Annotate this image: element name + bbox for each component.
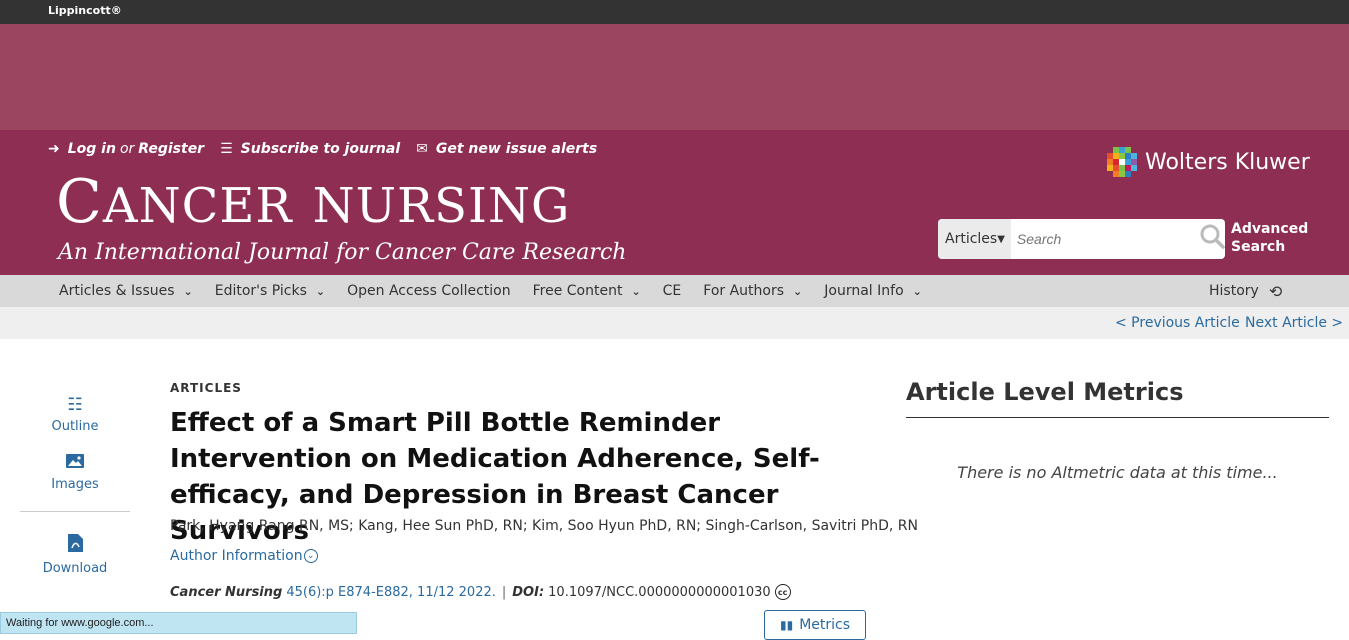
advanced-search-line1: Advanced	[1231, 221, 1309, 237]
menu-icon: ☰	[220, 141, 233, 157]
altmetric-message: There is no Altmetric data at this time.…	[957, 463, 1278, 482]
author-information-toggle[interactable]: Author Information ⌄	[170, 548, 318, 564]
search-box: Articles ▼	[938, 219, 1225, 259]
register-link[interactable]: Register	[138, 141, 204, 157]
doi-value: 10.1097/NCC.0000000000001030	[548, 584, 771, 600]
alerts-link[interactable]: ✉ Get new issue alerts	[416, 141, 597, 157]
images-button[interactable]: Images	[20, 449, 130, 511]
nav-item-articles-issues[interactable]: Articles & Issues ⌄	[59, 283, 193, 299]
nav-item-label: For Authors	[703, 283, 785, 299]
chevron-circle-down-icon: ⌄	[303, 549, 318, 563]
nav-item-label: Articles & Issues	[59, 283, 175, 299]
chevron-down-icon: ⌄	[912, 284, 922, 298]
download-label: Download	[42, 561, 108, 576]
nav-item-label: Journal Info	[824, 283, 904, 299]
nav-item-label: Free Content	[532, 283, 623, 299]
journal-name: Cancer Nursing	[170, 584, 283, 600]
nav-item-free-content[interactable]: Free Content ⌄	[533, 283, 641, 299]
metrics-button[interactable]: ▮▮ Metrics	[764, 610, 866, 640]
nav-item-journal-info[interactable]: Journal Info ⌄	[824, 283, 922, 299]
article-pager: < Previous Article Next Article >	[0, 307, 1349, 339]
logo-word2-rest: URSING	[355, 178, 571, 234]
history-button[interactable]: History ⟲	[1209, 275, 1282, 307]
author-information-label: Author Information	[170, 548, 303, 564]
advanced-search-line2: Search	[1231, 239, 1286, 255]
search-input[interactable]	[1010, 219, 1199, 259]
citation-separator: |	[501, 584, 507, 600]
article-authors: Park, Hyang Rang RN, MS; Kang, Hee Sun P…	[170, 518, 918, 534]
next-article-link[interactable]: Next Article >	[1245, 315, 1343, 331]
journal-subtitle: An International Journal for Cancer Care…	[58, 240, 627, 265]
chevron-down-icon: ⌄	[631, 284, 641, 298]
search-scope-value: Articles	[945, 231, 998, 247]
article-category: ARTICLES	[170, 381, 242, 395]
download-button[interactable]: Download	[20, 512, 130, 576]
search-scope-select[interactable]: Articles ▼	[938, 219, 1011, 259]
subscribe-label: Subscribe to journal	[240, 141, 401, 157]
envelope-icon: ✉	[416, 141, 428, 157]
nav-item-editors-picks[interactable]: Editor's Picks ⌄	[215, 283, 325, 299]
publisher-name: Wolters Kluwer	[1145, 149, 1310, 175]
chevron-down-icon: ⌄	[315, 284, 326, 298]
chevron-down-icon: ⌄	[793, 284, 803, 298]
bar-chart-icon: ▮▮	[779, 618, 794, 632]
wolters-kluwer-logo[interactable]: Wolters Kluwer	[1107, 147, 1310, 177]
logo-word1-rest: ANCER	[102, 178, 293, 234]
previous-article-link[interactable]: < Previous Article	[1115, 315, 1240, 331]
alerts-label: Get new issue alerts	[435, 141, 598, 157]
search-icon	[1199, 223, 1225, 255]
journal-logo[interactable]: CANCER NURSING	[56, 170, 570, 238]
metrics-label: Metrics	[799, 617, 851, 633]
issue-link[interactable]: 45(6):p E874-E882, 11/12 2022.	[286, 585, 496, 600]
journal-header: ➜ Log in or Register ☰ Subscribe to jour…	[0, 130, 1349, 275]
images-label: Images	[51, 477, 99, 492]
nav-item-ce[interactable]: CE	[663, 283, 682, 299]
login-icon: ➜	[48, 141, 60, 157]
advanced-search-link[interactable]: Advanced Search	[1231, 220, 1308, 256]
pdf-icon	[67, 534, 83, 557]
browser-status-bar: Waiting for www.google.com...	[0, 612, 357, 634]
history-icon: ⟲	[1268, 281, 1283, 301]
wolters-kluwer-mark-icon	[1107, 147, 1137, 177]
lippincott-brand[interactable]: Lippincott®	[48, 4, 122, 17]
logo-word1-initial: C	[56, 167, 103, 237]
creative-commons-icon: cc	[774, 584, 791, 600]
account-links: ➜ Log in or Register ☰ Subscribe to jour…	[48, 141, 613, 157]
nav-item-label: Open Access Collection	[347, 283, 511, 299]
logo-word2-initial: N	[312, 178, 356, 234]
metrics-divider	[906, 417, 1329, 418]
image-icon	[66, 453, 84, 473]
article-level-metrics-heading: Article Level Metrics	[906, 378, 1184, 406]
history-label: History	[1209, 283, 1259, 299]
nav-item-label: Editor's Picks	[214, 283, 307, 299]
outline-button[interactable]: ☷ Outline	[20, 395, 130, 449]
list-icon: ☷	[67, 395, 83, 415]
article-citation: Cancer Nursing 45(6):p E874-E882, 11/12 …	[170, 584, 791, 600]
main-nav: Articles & Issues ⌄ Editor's Picks ⌄ Open …	[0, 275, 1349, 307]
nav-item-open-access[interactable]: Open Access Collection	[347, 283, 510, 299]
nav-items: Articles & Issues ⌄ Editor's Picks ⌄ Open …	[59, 275, 944, 307]
search-button[interactable]	[1199, 219, 1225, 259]
outline-label: Outline	[51, 419, 99, 434]
caret-down-icon: ▼	[997, 233, 1005, 245]
article-tools-sidebar: ☷ Outline Images Download	[20, 395, 130, 576]
nav-item-for-authors[interactable]: For Authors ⌄	[703, 283, 802, 299]
ad-banner	[0, 24, 1349, 130]
subscribe-link[interactable]: ☰ Subscribe to journal	[220, 141, 400, 157]
nav-item-label: CE	[662, 283, 682, 299]
login-register: ➜ Log in or Register	[48, 141, 204, 157]
top-bar: Lippincott®	[0, 0, 1349, 24]
login-link[interactable]: Log in	[68, 141, 116, 157]
doi-label: DOI:	[512, 584, 545, 600]
chevron-down-icon: ⌄	[183, 284, 193, 298]
or-text: or	[119, 141, 135, 157]
